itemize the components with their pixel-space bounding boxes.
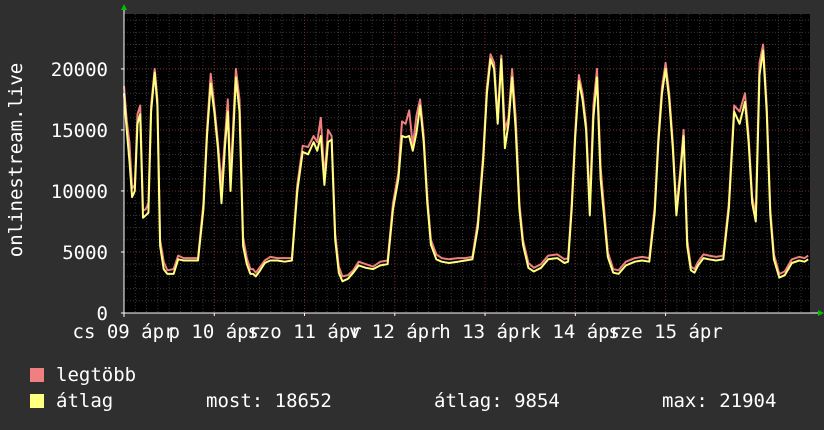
legend-swatch (30, 394, 44, 408)
stat-max-value: 21904 (719, 390, 777, 412)
stat-max-label: max: (662, 390, 708, 412)
stat-atlag-value: 9854 (514, 390, 560, 412)
x-tick-label: k 14 ápr (530, 321, 622, 343)
stat-most-label: most: (206, 390, 264, 412)
stat-most: most: 18652 (206, 390, 332, 412)
stat-atlag-label: átlag: (434, 390, 503, 412)
y-tick-label: 5000 (62, 242, 108, 264)
y-axis-arrow (121, 4, 127, 10)
x-tick-label: v 12 ápr (349, 321, 441, 343)
y-axis-label: onlinestream.live (5, 62, 27, 258)
legend-swatch (30, 368, 44, 382)
plot-area (124, 14, 810, 313)
legend-label: legtöbb (56, 364, 137, 386)
y-tick-label: 10000 (51, 181, 108, 203)
x-tick-label: cs 09 ápr (73, 321, 176, 343)
stat-max: max: 21904 (662, 390, 776, 412)
x-tick-label: p 10 ápr (169, 321, 261, 343)
y-tick-label: 15000 (51, 120, 108, 142)
x-tick-label: szo 11 ápr (247, 321, 361, 343)
stat-most-value: 18652 (274, 390, 332, 412)
stat-atlag: átlag: 9854 (434, 390, 560, 412)
x-tick-label: sze 15 ápr (608, 321, 722, 343)
x-axis-arrow (818, 310, 824, 316)
legend-label: átlag (56, 390, 114, 412)
legend-item-atlag: átlag (30, 390, 113, 412)
x-tick-label: h 13 ápr (439, 321, 531, 343)
y-tick-label: 20000 (51, 59, 108, 81)
legend-item-legtobb: legtöbb (30, 364, 136, 386)
